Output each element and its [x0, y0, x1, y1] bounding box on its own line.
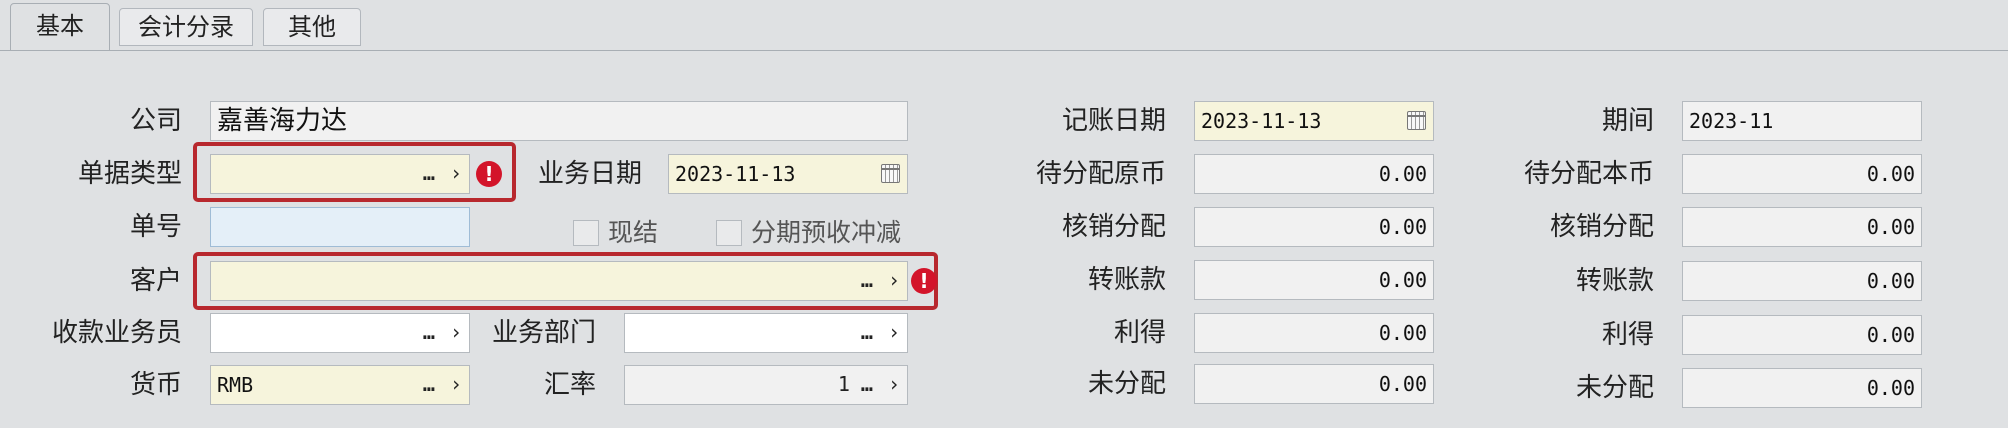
customer-field[interactable]: … ›: [210, 261, 908, 301]
col3-row1-label: 待分配本币: [1523, 159, 1654, 189]
col2-row5-field[interactable]: 0.00: [1194, 364, 1434, 404]
company-label: 公司: [129, 106, 182, 136]
posting-date-value: 2023-11-13: [1201, 109, 1322, 133]
collector-ellipsis-icon[interactable]: …: [423, 320, 436, 344]
period-field[interactable]: 2023-11: [1682, 101, 1922, 141]
installment-label: 分期预收冲减: [751, 218, 902, 247]
dept-field[interactable]: … ›: [624, 313, 908, 353]
period-label: 期间: [1601, 106, 1654, 136]
currency-chevron-icon[interactable]: ›: [450, 372, 463, 396]
collector-field[interactable]: … ›: [210, 313, 470, 353]
col2-row3-label: 转账款: [1087, 265, 1166, 295]
col3-row3-label: 转账款: [1575, 266, 1654, 296]
customer-ellipsis-icon[interactable]: …: [861, 268, 874, 292]
doc-no-field[interactable]: [210, 207, 470, 247]
posting-date-label: 记账日期: [1061, 106, 1166, 136]
rate-chevron-icon[interactable]: ›: [888, 372, 901, 396]
currency-field[interactable]: RMB … ›: [210, 365, 470, 405]
col2-row5-label: 未分配: [1087, 369, 1166, 399]
calendar-icon[interactable]: [881, 164, 900, 183]
calendar-icon[interactable]: [1407, 111, 1426, 130]
col3-row5-label: 未分配: [1575, 373, 1654, 403]
tab-other[interactable]: 其他: [263, 8, 361, 46]
period-value: 2023-11: [1689, 109, 1774, 133]
col3-row5-field[interactable]: 0.00: [1682, 368, 1922, 408]
col2-row4-label: 利得: [1113, 318, 1166, 348]
col3-row2-field[interactable]: 0.00: [1682, 207, 1922, 247]
currency-label: 货币: [129, 370, 182, 400]
tab-divider: [0, 50, 2008, 51]
col3-row2-label: 核销分配: [1549, 212, 1654, 242]
dept-chevron-icon[interactable]: ›: [888, 320, 901, 344]
customer-chevron-icon[interactable]: ›: [888, 268, 901, 292]
biz-date-label: 业务日期: [537, 159, 642, 189]
col3-row3-field[interactable]: 0.00: [1682, 261, 1922, 301]
posting-date-field[interactable]: 2023-11-13: [1194, 101, 1434, 141]
rate-field[interactable]: 1 … ›: [624, 365, 908, 405]
col2-row2-field[interactable]: 0.00: [1194, 207, 1434, 247]
rate-value: 1: [837, 372, 851, 396]
biz-date-value: 2023-11-13: [675, 162, 796, 186]
col3-row4-label: 利得: [1601, 320, 1654, 350]
biz-date-field[interactable]: 2023-11-13: [668, 154, 908, 194]
customer-label: 客户: [129, 266, 182, 296]
settled-label: 现结: [608, 218, 659, 247]
doc-no-label: 单号: [129, 212, 182, 242]
collector-chevron-icon[interactable]: ›: [450, 320, 463, 344]
dept-ellipsis-icon[interactable]: …: [861, 320, 874, 344]
doc-type-warning-icon: !: [476, 161, 502, 187]
doc-type-chevron-icon[interactable]: ›: [450, 161, 463, 185]
tab-basic[interactable]: 基本: [10, 3, 110, 51]
doc-type-label: 单据类型: [77, 159, 182, 189]
col3-row4-field[interactable]: 0.00: [1682, 315, 1922, 355]
company-value: 嘉善海力达: [217, 106, 348, 136]
rate-ellipsis-icon[interactable]: …: [861, 372, 874, 396]
col2-row3-field[interactable]: 0.00: [1194, 260, 1434, 300]
doc-type-field[interactable]: … ›: [210, 154, 470, 194]
col2-row1-label: 待分配原币: [1035, 159, 1166, 189]
doc-type-ellipsis-icon[interactable]: …: [423, 161, 436, 185]
dept-label: 业务部门: [491, 318, 596, 348]
currency-ellipsis-icon[interactable]: …: [423, 372, 436, 396]
rate-label: 汇率: [543, 370, 596, 400]
tab-bar: 基本 会计分录 其他: [0, 0, 2008, 52]
currency-value: RMB: [217, 373, 254, 397]
installment-checkbox[interactable]: [716, 220, 742, 246]
settled-checkbox[interactable]: [573, 220, 599, 246]
col2-row4-field[interactable]: 0.00: [1194, 313, 1434, 353]
col3-row1-field[interactable]: 0.00: [1682, 154, 1922, 194]
collector-label: 收款业务员: [51, 318, 182, 348]
company-field[interactable]: 嘉善海力达: [210, 101, 908, 141]
tab-accounting-entries[interactable]: 会计分录: [119, 8, 253, 46]
col2-row2-label: 核销分配: [1061, 212, 1166, 242]
customer-warning-icon: !: [911, 268, 937, 294]
col2-row1-field[interactable]: 0.00: [1194, 154, 1434, 194]
